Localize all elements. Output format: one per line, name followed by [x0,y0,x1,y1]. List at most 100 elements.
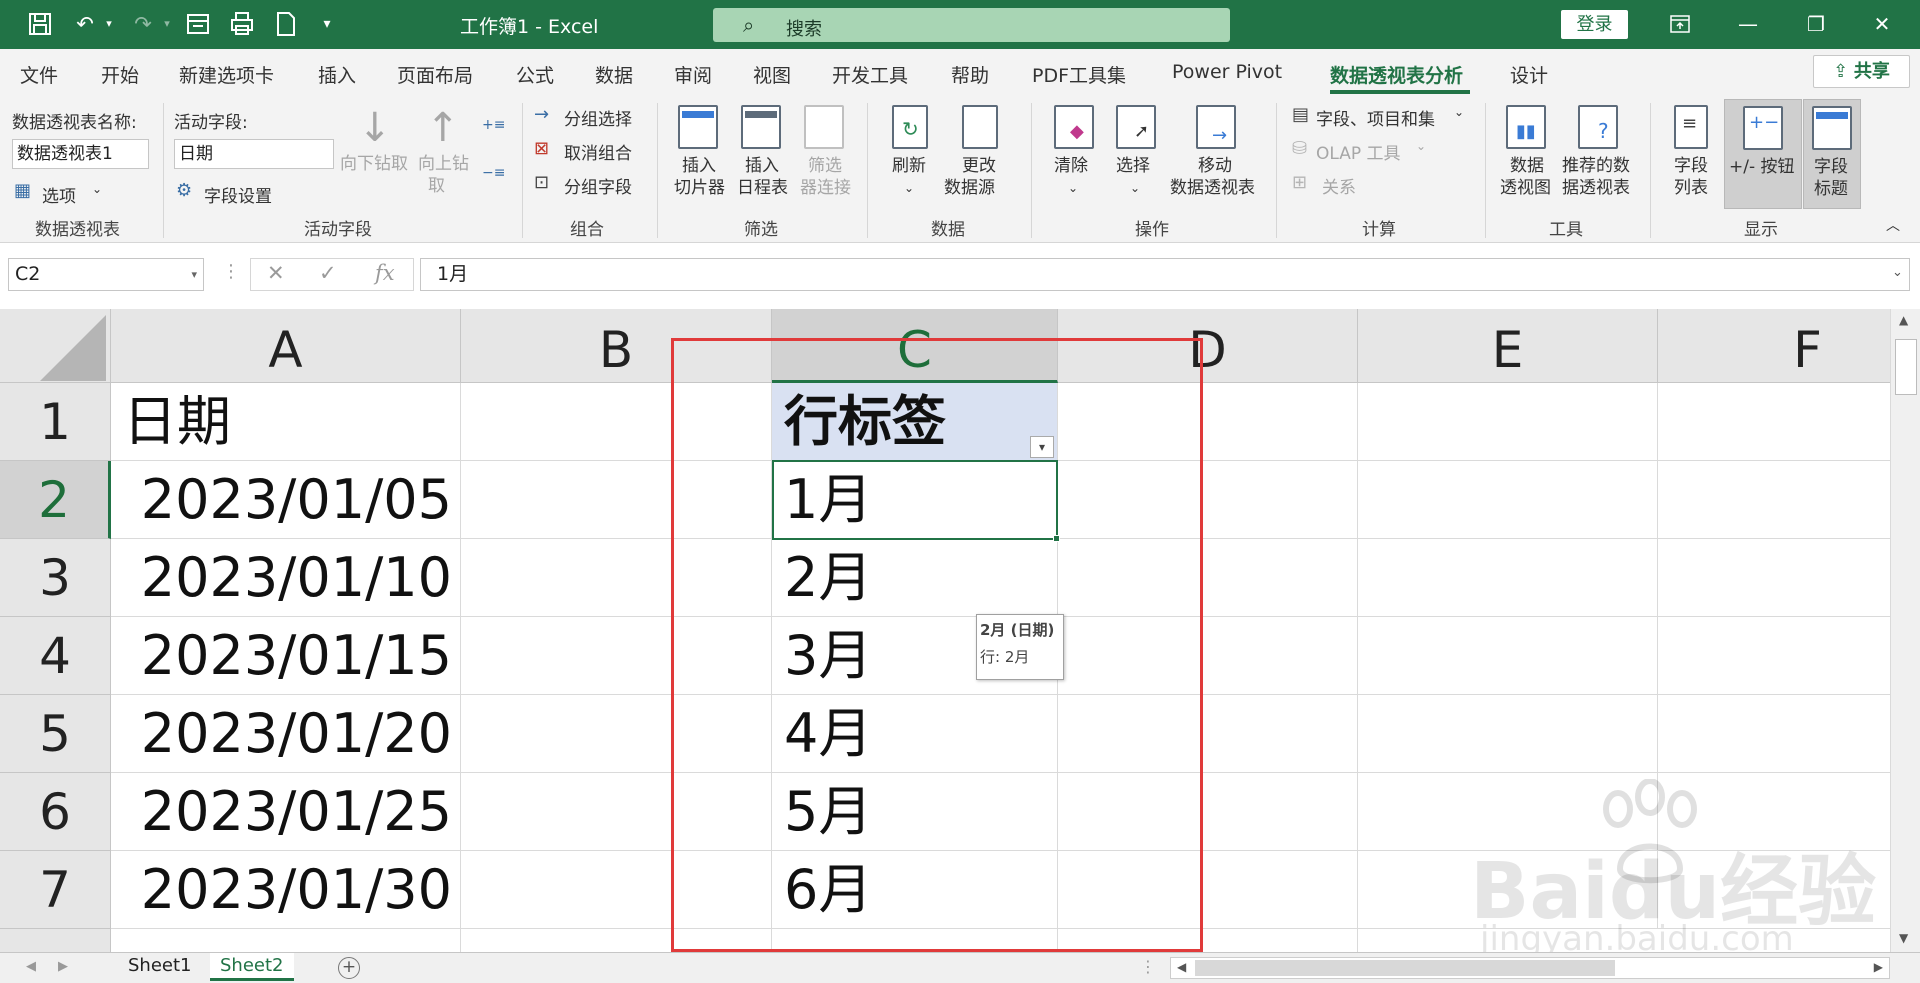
undo-dropdown-icon[interactable]: ▾ [102,11,116,37]
print-preview-icon[interactable] [228,11,256,37]
ribbon-display-options-icon[interactable] [1660,8,1700,40]
scroll-up-icon[interactable]: ▲ [1899,313,1908,327]
cell-a3[interactable]: 2023/01/10 [111,539,461,617]
column-header-a[interactable]: A [111,309,461,383]
insert-function-icon[interactable]: fx [375,261,395,285]
cell-a4[interactable]: 2023/01/15 [111,617,461,695]
tab-pivot-analyze[interactable]: 数据透视表分析 [1330,61,1463,88]
horizontal-scroll-thumb[interactable] [1195,960,1615,976]
olap-tools-button[interactable]: ⛁ OLAP 工具 ⌄ [1292,138,1432,164]
drill-up-button[interactable]: ↑ 向上钻 取 [418,105,469,215]
insert-slicer-button[interactable]: 插入 切片器 [672,105,728,215]
undo-icon[interactable]: ↶ [70,11,100,37]
sheet-tab-sheet1[interactable]: Sheet1 [118,953,202,981]
cell-e2[interactable] [1358,461,1658,539]
tab-split-handle-icon[interactable]: ⋮ [1140,957,1156,976]
redo-dropdown-icon[interactable]: ▾ [160,11,174,37]
scroll-down-icon[interactable]: ▼ [1899,931,1908,945]
tab-data[interactable]: 数据 [595,61,633,88]
sheet-tab-sheet2[interactable]: Sheet2 [210,953,294,981]
collapse-field-icon[interactable]: −≡ [482,165,505,181]
cell-f2[interactable] [1658,461,1890,539]
cell-a1[interactable]: 日期 [111,383,461,461]
next-sheet-icon[interactable]: ▶ [58,959,68,974]
tab-page-layout[interactable]: 页面布局 [397,61,473,88]
ungroup-button[interactable]: ⊠ 取消组合 [534,138,654,164]
row-header[interactable] [0,929,111,952]
cell-a2[interactable]: 2023/01/05 [111,461,461,539]
horizontal-scrollbar[interactable]: ◀ ▶ [1170,957,1890,979]
collapse-ribbon-icon[interactable]: ︿ [1886,215,1900,235]
fields-items-sets-button[interactable]: ▤ 字段、项目和集 ⌄ [1292,104,1472,130]
restore-icon[interactable]: ❐ [1796,8,1836,40]
tab-new[interactable]: 新建选项卡 [179,61,274,88]
drill-down-button[interactable]: ↓ 向下钻取 [340,105,408,215]
formula-input[interactable]: 1月 [420,258,1910,291]
enter-icon[interactable]: ✓ [319,261,337,285]
save-icon[interactable] [26,11,54,37]
cancel-icon[interactable]: ✕ [267,261,285,285]
tab-view[interactable]: 视图 [753,61,791,88]
cell-a7[interactable]: 2023/01/30 [111,851,461,929]
close-icon[interactable]: ✕ [1862,8,1902,40]
vertical-scrollbar[interactable]: ▲ ▼ [1890,309,1920,952]
cell-a8[interactable] [111,929,461,952]
insert-timeline-button[interactable]: 插入 日程表 [735,105,791,215]
cell-f4[interactable] [1658,617,1890,695]
tab-insert[interactable]: 插入 [318,61,356,88]
refresh-button[interactable]: ↻ 刷新 ⌄ [888,105,938,215]
cell-f3[interactable] [1658,539,1890,617]
customize-toolbar-icon[interactable]: ▾ [316,11,338,37]
select-button[interactable]: ➚ 选择 ⌄ [1112,105,1162,215]
group-field-button[interactable]: ⊡ 分组字段 [534,172,654,198]
tab-formulas[interactable]: 公式 [516,61,554,88]
row-header[interactable]: 2 [0,461,111,539]
share-button[interactable]: ⇪ 共享 [1813,55,1910,88]
document-icon[interactable] [272,11,300,37]
select-all-button[interactable] [0,309,111,383]
add-sheet-icon[interactable]: + [338,957,360,979]
prev-sheet-icon[interactable]: ◀ [26,959,36,974]
group-selection-button[interactable]: → 分组选择 [534,104,654,130]
tab-power-pivot[interactable]: Power Pivot [1172,61,1282,83]
row-header[interactable]: 7 [0,851,111,929]
relationships-button[interactable]: ⊞ 关系 [1292,172,1392,198]
row-header[interactable]: 3 [0,539,111,617]
tab-developer[interactable]: 开发工具 [832,61,908,88]
search-box[interactable]: ⌕ 搜索 [713,8,1230,42]
field-list-button[interactable]: ≡ 字段 列表 [1664,105,1720,215]
expand-formula-bar-icon[interactable]: ⌄ [1892,265,1903,280]
tab-design[interactable]: 设计 [1510,61,1548,88]
active-field-input[interactable]: 日期 [174,139,334,169]
cell-f1[interactable] [1658,383,1890,461]
form-icon[interactable] [184,11,212,37]
filter-connections-button[interactable]: 筛选 器连接 [798,105,854,215]
field-headers-toggle[interactable]: 字段 标题 [1803,99,1861,209]
row-header[interactable]: 6 [0,773,111,851]
tab-review[interactable]: 审阅 [674,61,712,88]
tab-home[interactable]: 开始 [101,61,139,88]
cell-e1[interactable] [1358,383,1658,461]
tab-file[interactable]: 文件 [20,61,58,88]
clear-button[interactable]: ◆ 清除 ⌄ [1050,105,1100,215]
drag-handle-icon[interactable]: ⋮ [222,261,240,282]
cell-e4[interactable] [1358,617,1658,695]
cell-a6[interactable]: 2023/01/25 [111,773,461,851]
recommended-pivot-button[interactable]: ? 推荐的数 据透视表 [1560,105,1640,215]
change-data-source-button[interactable]: 更改 数据源 [944,105,1018,215]
plus-minus-buttons-toggle[interactable]: +− +/- 按钮 [1724,99,1802,209]
row-header[interactable]: 5 [0,695,111,773]
login-button[interactable]: 登录 [1561,10,1628,39]
move-pivot-button[interactable]: → 移动 数据透视表 [1170,105,1264,215]
name-box[interactable]: C2 ▾ [8,258,204,291]
row-header[interactable]: 1 [0,383,111,461]
cell-e3[interactable] [1358,539,1658,617]
cell-a5[interactable]: 2023/01/20 [111,695,461,773]
scroll-left-icon[interactable]: ◀ [1177,960,1186,974]
scroll-right-icon[interactable]: ▶ [1874,960,1883,974]
column-header-e[interactable]: E [1358,309,1658,383]
pivot-chart-button[interactable]: ▮▮ 数据 透视图 [1498,105,1556,215]
pivot-name-input[interactable]: 数据透视表1 [12,139,149,169]
expand-field-icon[interactable]: +≡ [482,117,505,133]
chevron-down-icon[interactable]: ▾ [191,259,197,290]
